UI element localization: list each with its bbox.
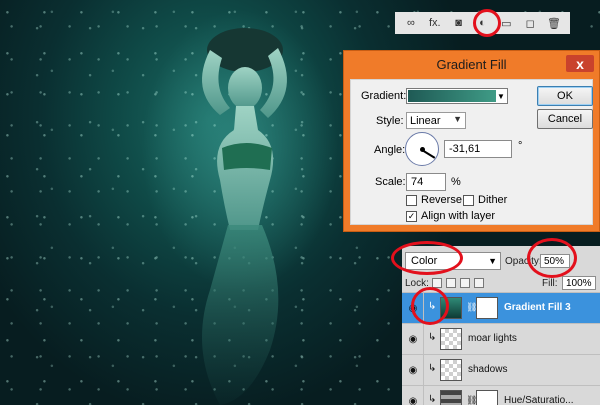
chevron-down-icon: ▼ xyxy=(453,114,462,124)
checkmark-icon[interactable]: ✓ xyxy=(406,210,417,222)
dither-label: Dither xyxy=(478,194,508,206)
scale-label: Scale: xyxy=(375,176,406,188)
clipping-arrow-icon: ↳ xyxy=(428,394,437,405)
fill-value: 100% xyxy=(566,277,592,289)
eye-icon[interactable]: ◉ xyxy=(406,301,420,315)
lock-label: Lock: xyxy=(405,278,429,289)
new-layer-icon[interactable]: ◻ xyxy=(523,16,537,30)
layer-mask-thumbnail[interactable] xyxy=(476,390,498,405)
dialog-title: Gradient Fill xyxy=(436,56,507,72)
align-label: Align with layer xyxy=(421,210,495,222)
scale-value: 74 xyxy=(411,176,424,188)
opacity-input[interactable]: 50% xyxy=(540,254,570,268)
align-with-layer-checkbox[interactable]: ✓ Align with layer xyxy=(406,210,495,222)
layer-mask-thumbnail[interactable] xyxy=(476,297,498,319)
reverse-label: Reverse xyxy=(421,194,462,206)
adjustment-layer-thumbnail[interactable] xyxy=(440,390,462,405)
dialog-body: Gradient: ▼ Style: Linear ▼ Angle: -31,6… xyxy=(350,79,593,225)
visibility-toggle[interactable]: ◉ xyxy=(402,324,424,355)
checkbox-box[interactable] xyxy=(406,194,417,206)
angle-dial[interactable] xyxy=(405,132,439,166)
layers-panel: Color ▼ Opacity: 50% Lock: Fill: 100% ◉ … xyxy=(402,246,600,405)
lock-position-icon[interactable] xyxy=(460,278,470,288)
blend-mode-select[interactable]: Color ▼ xyxy=(405,252,501,270)
dither-checkbox[interactable]: Dither xyxy=(463,194,507,206)
gradient-label: Gradient: xyxy=(361,90,407,102)
eye-icon[interactable]: ◉ xyxy=(406,332,420,346)
percent-symbol: % xyxy=(451,176,461,188)
clipping-arrow-icon: ↳ xyxy=(428,301,437,312)
dialog-title-bar[interactable]: Gradient Fill x xyxy=(344,51,599,77)
ok-button[interactable]: OK xyxy=(537,86,593,106)
gradient-preview[interactable] xyxy=(408,90,496,102)
layer-thumbnail[interactable] xyxy=(440,359,462,381)
fill-label: Fill: xyxy=(542,278,558,289)
style-value: Linear xyxy=(410,114,441,127)
visibility-toggle[interactable]: ◉ xyxy=(402,386,424,405)
layer-name: Gradient Fill 3 xyxy=(504,302,571,313)
layers-toolbar: ∞ fx. ◙ ◐ ▭ ◻ 🗑 xyxy=(395,12,570,34)
layer-row-gradient-fill[interactable]: ◉ ↳ ⛓ Gradient Fill 3 xyxy=(402,292,600,324)
blend-mode-value: Color xyxy=(411,255,438,267)
checkbox-box[interactable] xyxy=(463,194,474,206)
gradient-fill-thumbnail[interactable] xyxy=(440,297,462,319)
trash-icon[interactable]: 🗑 xyxy=(547,16,561,30)
angle-needle xyxy=(421,149,436,159)
layer-thumbnail[interactable] xyxy=(440,328,462,350)
layer-name: moar lights xyxy=(468,333,517,344)
eye-icon[interactable]: ◉ xyxy=(406,363,420,377)
layer-name: shadows xyxy=(468,364,508,375)
style-select[interactable]: Linear ▼ xyxy=(406,112,466,129)
gradient-picker[interactable]: ▼ xyxy=(406,88,508,104)
layer-row-shadows[interactable]: ◉ ↳ shadows xyxy=(402,354,600,386)
chevron-down-icon: ▼ xyxy=(488,256,497,266)
layer-row-hue-saturation[interactable]: ◉ ↳ ⛓ Hue/Saturatio... xyxy=(402,385,600,405)
visibility-toggle[interactable]: ◉ xyxy=(402,355,424,386)
adjustment-icon[interactable]: ◐ xyxy=(475,16,489,30)
scale-input[interactable]: 74 xyxy=(406,173,446,191)
angle-value: -31,61 xyxy=(449,143,481,155)
style-label: Style: xyxy=(376,115,404,127)
visibility-toggle[interactable]: ◉ xyxy=(402,293,424,324)
lock-all-icon[interactable] xyxy=(474,278,484,288)
link-icon[interactable]: ∞ xyxy=(404,16,418,30)
layer-row-moar-lights[interactable]: ◉ ↳ moar lights xyxy=(402,323,600,355)
underwater-woman-figure xyxy=(202,28,287,405)
clipping-arrow-icon: ↳ xyxy=(428,363,437,374)
opacity-label: Opacity: xyxy=(505,256,542,267)
fx-icon[interactable]: fx. xyxy=(428,16,442,30)
layer-name: Hue/Saturatio... xyxy=(504,395,574,405)
angle-input[interactable]: -31,61 xyxy=(444,140,512,158)
degree-symbol: ° xyxy=(518,140,523,152)
clipping-arrow-icon: ↳ xyxy=(428,332,437,343)
eye-icon[interactable]: ◉ xyxy=(406,394,420,405)
cancel-button[interactable]: Cancel xyxy=(537,109,593,129)
angle-label: Angle: xyxy=(374,144,406,156)
chevron-down-icon[interactable]: ▼ xyxy=(496,90,506,102)
gradient-fill-dialog: Gradient Fill x Gradient: ▼ Style: Linea… xyxy=(343,50,600,232)
close-button[interactable]: x xyxy=(566,55,594,72)
folder-icon[interactable]: ▭ xyxy=(499,16,513,30)
lock-transparency-icon[interactable] xyxy=(432,278,442,288)
fill-input[interactable]: 100% xyxy=(562,276,596,290)
reverse-checkbox[interactable]: Reverse xyxy=(406,194,462,206)
mask-icon[interactable]: ◙ xyxy=(452,16,466,30)
opacity-value: 50% xyxy=(544,255,565,267)
lock-pixels-icon[interactable] xyxy=(446,278,456,288)
